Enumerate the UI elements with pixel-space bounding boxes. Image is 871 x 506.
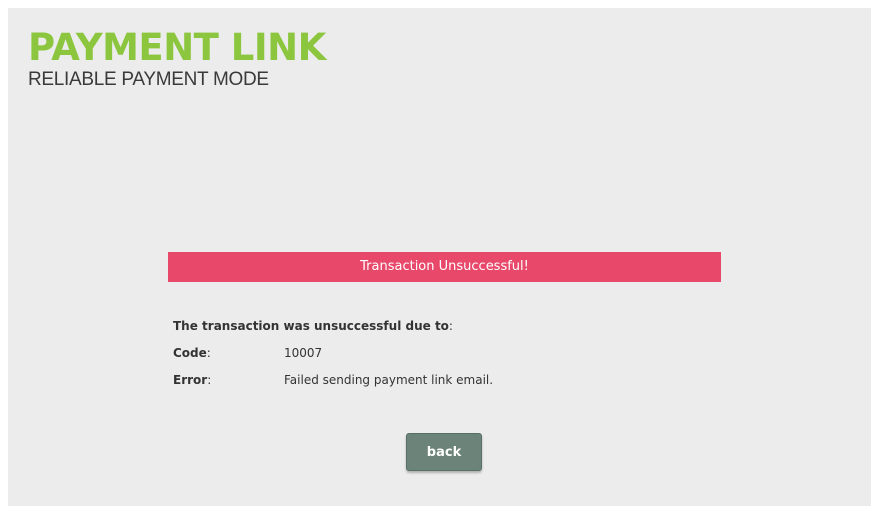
logo-subtitle: RELIABLE PAYMENT MODE bbox=[28, 69, 269, 90]
code-colon: : bbox=[206, 346, 211, 360]
transaction-details: The transaction was unsuccessful due to:… bbox=[173, 318, 493, 399]
error-intro-text: The transaction was unsuccessful due to bbox=[173, 319, 449, 333]
error-banner: Transaction Unsuccessful! bbox=[168, 252, 721, 282]
error-value: Failed sending payment link email. bbox=[284, 373, 494, 387]
error-row: Error: Failed sending payment link email… bbox=[173, 372, 493, 388]
logo: PAYMENT LINK RELIABLE PAYMENT MODE bbox=[28, 28, 326, 91]
error-intro: The transaction was unsuccessful due to: bbox=[173, 318, 493, 334]
error-label: Error bbox=[173, 373, 208, 387]
code-label: Code bbox=[173, 346, 207, 360]
error-intro-colon: : bbox=[448, 319, 453, 333]
code-row: Code: 10007 bbox=[173, 345, 493, 361]
error-colon: : bbox=[207, 373, 212, 387]
error-label-wrap: Error: bbox=[173, 372, 284, 388]
back-button[interactable]: back bbox=[406, 433, 482, 471]
code-value: 10007 bbox=[284, 346, 323, 360]
logo-title: PAYMENT LINK bbox=[28, 26, 326, 69]
page-panel: PAYMENT LINK RELIABLE PAYMENT MODE Trans… bbox=[8, 8, 871, 506]
code-label-wrap: Code: bbox=[173, 345, 284, 361]
